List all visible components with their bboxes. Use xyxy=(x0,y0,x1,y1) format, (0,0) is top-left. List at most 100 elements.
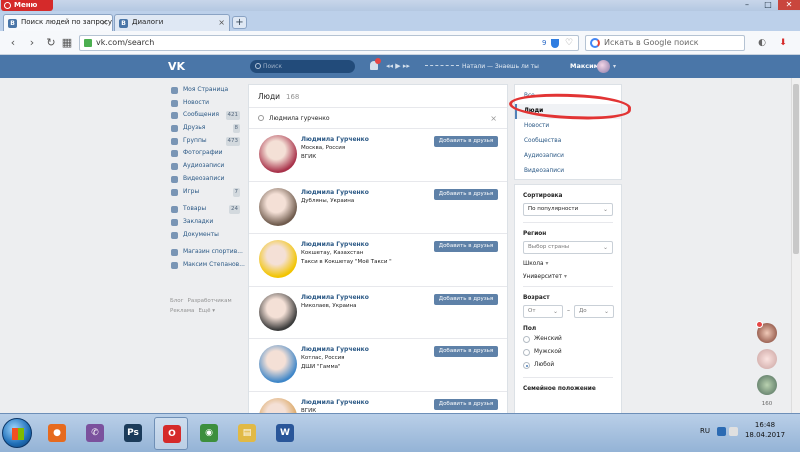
user-name[interactable]: Максим xyxy=(570,60,599,73)
taskbar-app-explorer[interactable]: ▤ xyxy=(230,417,264,450)
page-scrollbar[interactable] xyxy=(791,78,800,413)
avatar[interactable] xyxy=(259,187,297,226)
footer-link-dev[interactable]: Разработчикам xyxy=(188,298,232,304)
sidebar-item[interactable]: Фотографии xyxy=(170,147,242,160)
section-tab[interactable]: Сообщества xyxy=(515,134,621,149)
footer-link-ads[interactable]: Реклама xyxy=(170,308,194,314)
close-tab-icon[interactable]: × xyxy=(218,15,225,30)
chat-avatar[interactable] xyxy=(757,375,777,395)
sidebar-item[interactable]: Магазин спортив... xyxy=(170,246,243,259)
forward-button[interactable]: › xyxy=(25,36,39,50)
chat-avatar[interactable] xyxy=(757,349,777,369)
network-icon[interactable] xyxy=(717,427,726,436)
minimize-button[interactable]: – xyxy=(736,0,758,10)
extension-icon[interactable]: ◐ xyxy=(757,38,767,48)
back-button[interactable]: ‹ xyxy=(6,36,20,50)
taskbar-app-opera[interactable]: O xyxy=(154,417,188,450)
country-select[interactable]: Выбор страны ⌄ xyxy=(523,241,613,254)
section-tab[interactable]: Аудиозаписи xyxy=(515,149,621,164)
taskbar-app-chrome[interactable]: ◉ xyxy=(192,417,226,450)
start-button[interactable] xyxy=(2,418,32,448)
section-tab[interactable]: Новости xyxy=(515,119,621,134)
sort-select[interactable]: По популярности ⌄ xyxy=(523,203,613,216)
taskbar-app-photoshop[interactable]: Ps xyxy=(116,417,150,450)
close-tab-icon[interactable]: × xyxy=(101,15,108,30)
sidebar-item[interactable]: Друзья 8 xyxy=(170,122,242,135)
tab-people-search[interactable]: В Поиск людей по запросу × xyxy=(3,14,113,31)
scrollbar-thumb[interactable] xyxy=(793,84,799,254)
sex-radio-option[interactable]: Любой xyxy=(523,359,613,371)
adblock-shield-icon[interactable] xyxy=(551,39,559,48)
volume-icon[interactable] xyxy=(729,427,738,436)
vk-search-input[interactable]: Поиск xyxy=(250,60,355,73)
person-name[interactable]: Людмила Гурченко xyxy=(301,294,369,301)
sidebar-item[interactable]: Группы 473 xyxy=(170,135,242,148)
taskbar-app-firefox[interactable]: ● xyxy=(40,417,74,450)
chevron-down-icon: ⌄ xyxy=(602,244,608,251)
sidebar-item[interactable]: Товары 24 xyxy=(170,203,242,216)
google-search-input[interactable]: Искать в Google поиск xyxy=(585,35,745,51)
speed-dial-icon[interactable]: ▦ xyxy=(60,36,74,50)
people-search-input[interactable]: Людмила гурченко × xyxy=(249,108,507,129)
university-filter[interactable]: Университет ▾ xyxy=(523,274,613,280)
clear-search-icon[interactable]: × xyxy=(490,108,497,129)
chat-count[interactable]: 160 xyxy=(757,401,777,407)
current-track[interactable]: Натали — Знаешь ли ты xyxy=(462,60,539,73)
person-info: ДШИ "Гамма" xyxy=(301,364,341,370)
avatar[interactable] xyxy=(259,397,297,413)
sidebar-item[interactable]: Закладки xyxy=(170,216,242,229)
opera-downloads-icon[interactable]: ⬇ xyxy=(778,38,788,48)
bookmark-heart-icon[interactable]: ♡ xyxy=(565,36,573,50)
person-name[interactable]: Людмила Гурченко xyxy=(301,346,369,353)
sidebar-item[interactable]: Документы xyxy=(170,229,242,242)
close-window-button[interactable]: ✕ xyxy=(778,0,800,10)
age-to-select[interactable]: До ⌄ xyxy=(574,305,614,318)
avatar[interactable] xyxy=(259,292,297,331)
sex-radio-option[interactable]: Женский xyxy=(523,333,613,345)
person-name[interactable]: Людмила Гурченко xyxy=(301,189,369,196)
add-friend-button[interactable]: Добавить в друзья xyxy=(434,293,498,305)
sidebar-item[interactable]: Максим Степанов... xyxy=(170,259,245,272)
news-icon xyxy=(171,99,178,107)
sidebar-item[interactable]: Новости xyxy=(170,97,242,110)
taskbar-app-word[interactable]: W xyxy=(268,417,302,450)
new-tab-button[interactable]: + xyxy=(232,16,247,29)
sidebar-item[interactable]: Аудиозаписи xyxy=(170,160,242,173)
audio-player-controls[interactable]: ◂◂ ▶ ▸▸ xyxy=(386,60,410,73)
person-name[interactable]: Людмила Гурченко xyxy=(301,241,369,248)
opera-menu-button[interactable]: Меню xyxy=(1,0,53,11)
tab-dialogs[interactable]: В Диалоги × xyxy=(114,14,230,31)
notifications-bell-icon[interactable] xyxy=(370,58,381,70)
sidebar-item[interactable]: Игры 7 xyxy=(170,186,242,199)
person-name[interactable]: Людмила Гурченко xyxy=(301,399,369,406)
maximize-button[interactable]: □ xyxy=(757,0,779,10)
chat-avatar[interactable] xyxy=(756,321,777,343)
sidebar-item[interactable]: Видеозаписи xyxy=(170,173,242,186)
address-bar[interactable]: vk.com/search 9 ♡ xyxy=(79,35,579,51)
add-friend-button[interactable]: Добавить в друзья xyxy=(434,136,498,147)
avatar[interactable] xyxy=(259,135,297,173)
clock[interactable]: 16:48 18.04.2017 xyxy=(740,420,790,440)
section-tab[interactable]: Видеозаписи xyxy=(515,164,621,179)
add-friend-button[interactable]: Добавить в друзья xyxy=(434,241,498,252)
age-from-select[interactable]: От ⌄ xyxy=(523,305,563,318)
add-friend-button[interactable]: Добавить в друзья xyxy=(434,188,498,200)
footer-link-blog[interactable]: Блог xyxy=(170,298,184,304)
audio-progress[interactable] xyxy=(425,65,459,67)
add-friend-button[interactable]: Добавить в друзья xyxy=(434,398,498,410)
footer-link-more[interactable]: Ещё ▾ xyxy=(198,308,215,314)
sex-radio-option[interactable]: Мужской xyxy=(523,346,613,358)
vk-logo[interactable]: VK xyxy=(168,60,185,73)
reload-button[interactable]: ↻ xyxy=(44,36,58,50)
school-filter[interactable]: Школа ▾ xyxy=(523,261,613,267)
avatar[interactable] xyxy=(597,60,610,73)
sidebar-item[interactable]: Моя Страница xyxy=(170,84,242,97)
person-name[interactable]: Людмила Гурченко xyxy=(301,136,369,143)
chevron-down-icon[interactable]: ▾ xyxy=(613,60,616,73)
taskbar-app-viber[interactable]: ✆ xyxy=(78,417,112,450)
language-indicator[interactable]: RU xyxy=(700,427,710,435)
avatar[interactable] xyxy=(259,240,297,278)
add-friend-button[interactable]: Добавить в друзья xyxy=(434,346,498,357)
sidebar-item[interactable]: Сообщения 421 xyxy=(170,109,242,122)
avatar[interactable] xyxy=(259,345,297,383)
